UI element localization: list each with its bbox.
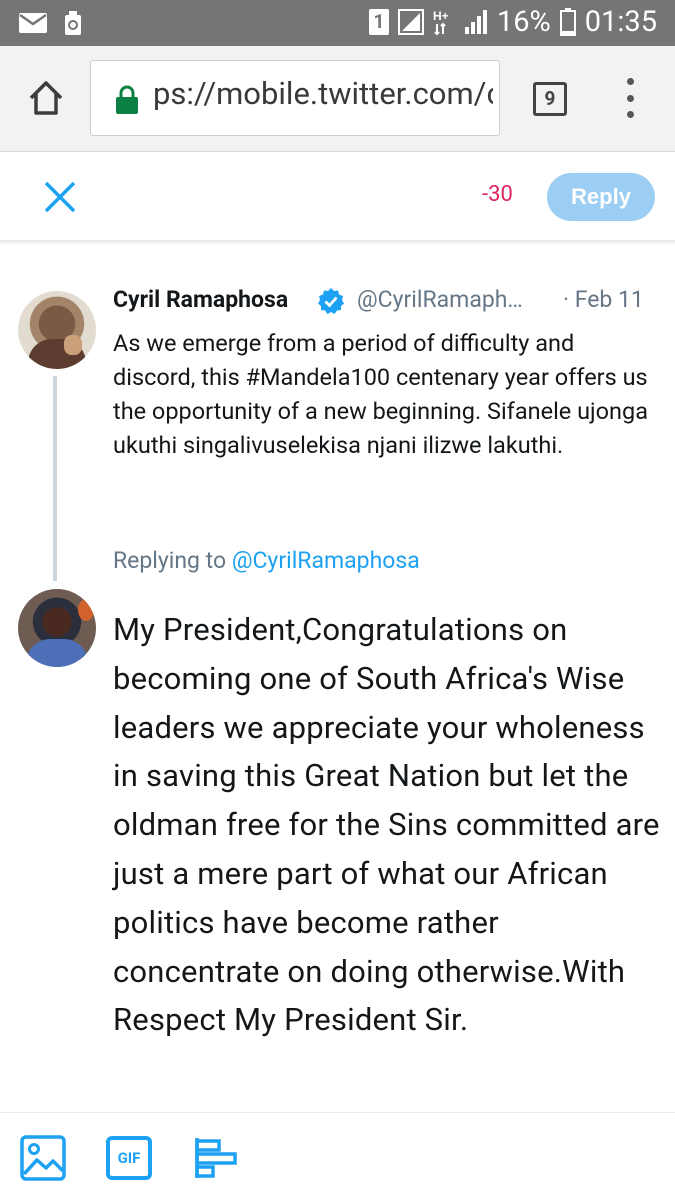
tabs-button[interactable]: 9: [533, 82, 567, 116]
reply-button[interactable]: Reply: [547, 173, 655, 221]
author-avatar[interactable]: [18, 291, 96, 369]
status-right: 1 H+ 16% 01:35: [368, 5, 657, 39]
battery-percent: 16%: [496, 5, 551, 39]
browser-toolbar: ps://mobile.twitter.com/c 9: [0, 46, 675, 152]
menu-icon[interactable]: [622, 78, 638, 118]
sim-icon: 1: [368, 9, 389, 35]
close-button[interactable]: [42, 179, 78, 215]
character-counter: -30: [482, 182, 513, 207]
author-name[interactable]: Cyril Ramaphosa: [113, 286, 288, 313]
add-image-button[interactable]: [19, 1134, 67, 1182]
compose-header: -30 Reply: [0, 152, 675, 242]
tabs-count: 9: [544, 87, 556, 110]
add-gif-button[interactable]: GIF: [106, 1134, 154, 1182]
verified-icon: [318, 288, 344, 314]
tweet-date: · Feb 11: [563, 286, 644, 313]
replying-to-handle[interactable]: @CyrilRamaphosa: [232, 547, 420, 574]
compose-toolbar: GIF: [0, 1112, 675, 1200]
author-handle[interactable]: @CyrilRamaph…: [357, 286, 553, 313]
replying-to-label: Replying to: [113, 547, 227, 574]
address-bar[interactable]: ps://mobile.twitter.com/c: [90, 60, 500, 136]
network-icon: H+: [433, 9, 449, 36]
status-bar: 1 H+ 16% 01:35: [0, 0, 675, 46]
thread-line: [53, 376, 57, 581]
user-avatar[interactable]: [18, 589, 96, 667]
poll-icon: [195, 1138, 237, 1178]
tweet-header: Cyril Ramaphosa @CyrilRamaph… · Feb 11: [113, 286, 658, 320]
signal-icon: [464, 10, 487, 34]
lock-icon: [116, 85, 138, 114]
home-button[interactable]: [26, 78, 66, 118]
status-left-icons: [18, 10, 84, 36]
svg-text:H+: H+: [433, 9, 449, 23]
mail-icon: [19, 13, 47, 33]
url-text: ps://mobile.twitter.com/c: [153, 75, 493, 112]
add-poll-button[interactable]: [193, 1134, 241, 1182]
replying-to: Replying to @CyrilRamaphosa: [113, 547, 420, 574]
recycle-icon: [65, 11, 81, 35]
signal-icon: [397, 9, 424, 35]
status-time: 01:35: [584, 5, 657, 39]
image-icon: [20, 1135, 66, 1181]
close-icon: [44, 181, 76, 213]
home-icon: [29, 81, 63, 115]
tweet-text: As we emerge from a period of difficulty…: [113, 329, 649, 459]
gif-icon: GIF: [106, 1136, 152, 1180]
reply-text-input[interactable]: My President,Congratulations on becoming…: [113, 606, 663, 1045]
battery-icon: [559, 8, 576, 36]
